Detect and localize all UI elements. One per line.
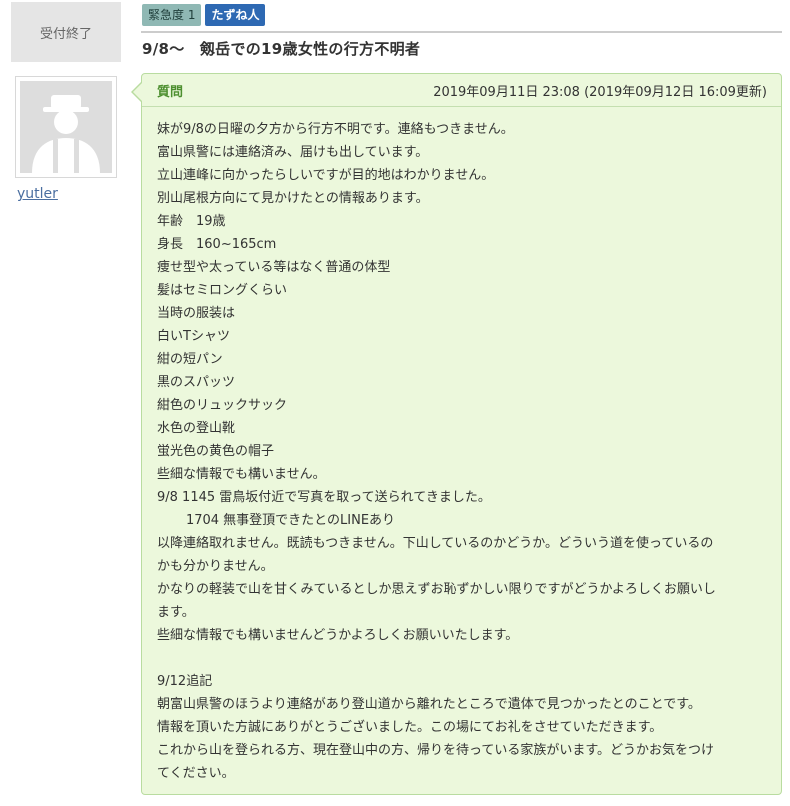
badge-row: 緊急度 1 たずね人 xyxy=(142,4,266,26)
category-tag-button[interactable]: たずね人 xyxy=(205,4,266,26)
post-body-line: 以降連絡取れません。既読もつきません。下山しているのかどうか。どういう道を使って… xyxy=(157,536,714,551)
post-body-line: てください。 xyxy=(157,766,235,781)
hat-person-icon xyxy=(20,81,112,173)
username-link[interactable]: yutler xyxy=(17,186,58,202)
post-body-line: 黒のスパッツ xyxy=(157,375,236,390)
urgency-badge: 緊急度 1 xyxy=(142,4,202,26)
title-divider xyxy=(141,31,782,33)
post-body-line: 些細な情報でも構いません。 xyxy=(157,467,326,482)
bubble-pointer-fill xyxy=(133,83,142,101)
post-body-line: 朝富山県警のほうより連絡があり登山道から離れたところで遺体で見つかったとのことで… xyxy=(157,697,701,712)
post-date: 2019年09月11日 23:08 (2019年09月12日 16:09更新) xyxy=(433,84,767,100)
post-body-line: 髪はセミロングくらい xyxy=(157,283,288,298)
post-body-line: ます。 xyxy=(157,605,195,620)
post-body-line: これから山を登られる方、現在登山中の方、帰りを待っている家族がいます。どうかお気… xyxy=(157,743,715,758)
post-body-line: 水色の登山靴 xyxy=(157,421,236,436)
post-body-line: 些細な情報でも構いませんどうかよろしくお願いいたします。 xyxy=(157,628,519,643)
post-body-line xyxy=(157,647,765,670)
post-body: 妹が9/8の日曜の夕方から行方不明です。連絡もつきません。 富山県警には連絡済み、… xyxy=(142,107,781,785)
post-body-line: かなりの軽装で山を甘くみているとしか思えずお恥ずかしい限りですがどうかよろしくお… xyxy=(157,582,716,597)
post-body-line: 9/12追記 xyxy=(157,674,213,689)
question-label: 質問 xyxy=(157,84,184,100)
question-post: 質問 2019年09月11日 23:08 (2019年09月12日 16:09更… xyxy=(141,73,782,795)
post-body-line: 紺の短パン xyxy=(157,352,223,367)
post-body-line: かも分かりません。 xyxy=(157,559,274,574)
post-body-line: 紺色のリュックサック xyxy=(157,398,288,413)
post-body-line: 当時の服装は xyxy=(157,306,236,321)
post-body-line: 9/8 1145 雷鳥坂付近で写真を取って送られてきました。 xyxy=(157,490,491,505)
post-header: 質問 2019年09月11日 23:08 (2019年09月12日 16:09更… xyxy=(142,74,781,107)
post-body-line: 情報を頂いた方誠にありがとうございました。この場にてお礼をさせていただきます。 xyxy=(157,720,663,735)
post-body-line: 年齢 19歳 xyxy=(157,214,226,229)
post-body-line: 妹が9/8の日曜の夕方から行方不明です。連絡もつきません。 xyxy=(157,122,514,137)
post-body-line: 立山連峰に向かったらしいですが目的地はわかりません。 xyxy=(157,168,495,183)
post-body-line: 痩せ型や太っている等はなく普通の体型 xyxy=(157,260,391,275)
post-body-line: 1704 無事登頂できたとのLINEあり xyxy=(157,513,396,528)
post-body-line: 身長 160~165cm xyxy=(157,237,277,252)
status-closed-badge: 受付終了 xyxy=(11,2,121,62)
post-body-line: 富山県警には連絡済み、届けも出しています。 xyxy=(157,145,429,160)
post-body-line: 別山尾根方向にて見かけたとの情報あります。 xyxy=(157,191,429,206)
post-body-line: 白いTシャツ xyxy=(157,329,230,344)
post-body-line: 蛍光色の黄色の帽子 xyxy=(157,444,275,459)
page-title: 9/8～ 剱岳での19歳女性の行方不明者 xyxy=(142,40,421,58)
avatar[interactable] xyxy=(15,76,117,178)
